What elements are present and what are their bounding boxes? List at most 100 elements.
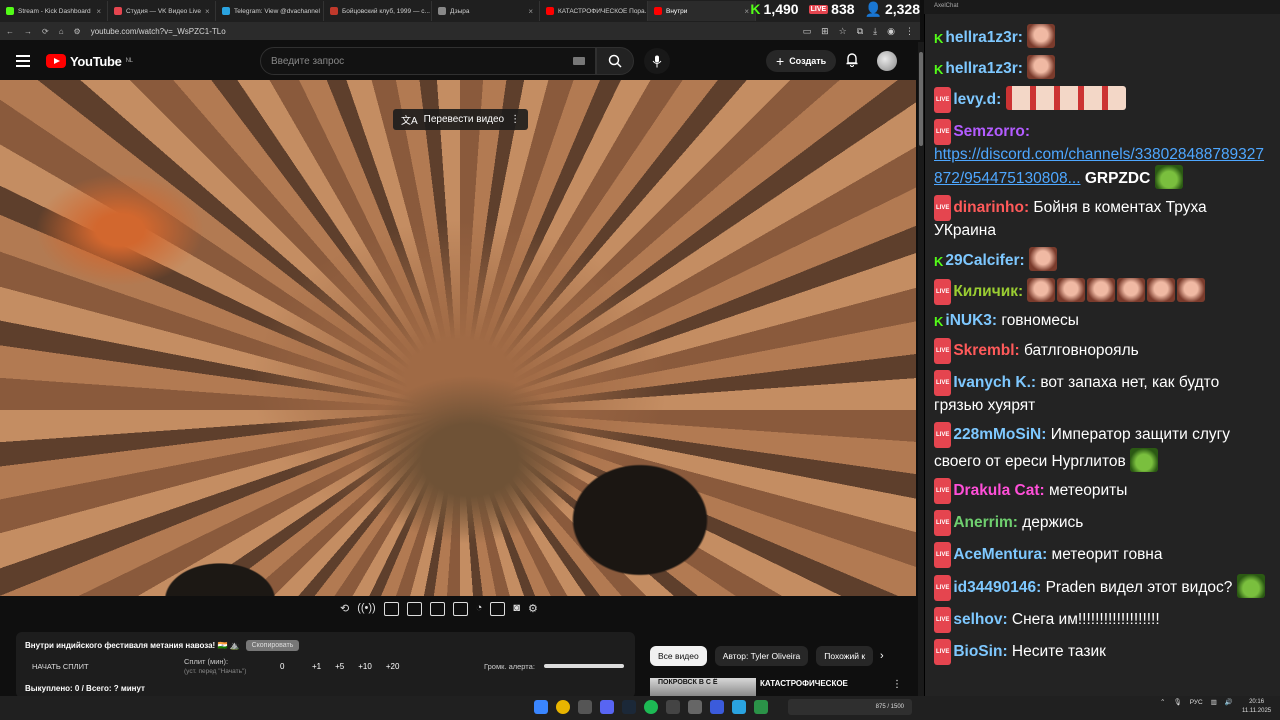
chat-nickname[interactable]: hellra1z3r <box>945 29 1017 46</box>
subtitles-icon[interactable] <box>452 602 468 616</box>
film-icon[interactable] <box>406 602 422 616</box>
picture-in-picture-icon[interactable] <box>429 602 445 616</box>
translate-icon[interactable]: ⊞ <box>821 26 829 37</box>
back-icon[interactable]: ← <box>6 27 14 36</box>
chrome-icon[interactable] <box>556 700 570 714</box>
split-minutes-value[interactable]: 0 <box>280 662 284 671</box>
create-button[interactable]: + Создать <box>766 50 837 72</box>
browser-menu-icon[interactable]: ⋮ <box>905 26 914 37</box>
telegram-icon[interactable] <box>732 700 746 714</box>
split-plus-1-button[interactable]: +1 <box>312 662 321 671</box>
browser-tab[interactable]: Дзырa × <box>432 1 540 21</box>
chat-nickname[interactable]: Semzorro <box>953 123 1025 140</box>
language-indicator[interactable]: РУС <box>1190 699 1203 706</box>
avatar[interactable] <box>877 51 897 71</box>
microphone-icon[interactable]: 🎙 <box>1173 698 1181 706</box>
chat-nickname[interactable]: Skrembl <box>953 342 1014 359</box>
extensions-icon[interactable]: ⧉ <box>857 26 863 37</box>
close-icon[interactable]: × <box>96 7 101 16</box>
broadcast-icon[interactable]: ((•)) <box>357 602 376 616</box>
vk-live-icon: LIVE <box>808 4 829 14</box>
chat-nickname[interactable]: BioSin <box>953 643 1002 660</box>
forward-icon[interactable]: → <box>24 27 32 36</box>
translate-video-button[interactable]: 文A Перевести видео ⋮ <box>393 109 529 130</box>
split-plus-20-button[interactable]: +20 <box>386 662 400 671</box>
app-icon[interactable] <box>688 700 702 714</box>
browser-tab[interactable]: Stream - Kick Dashboard × <box>0 1 108 21</box>
clock[interactable]: 20:16 11.11.2025 <box>1242 698 1271 716</box>
notifications-bell-icon[interactable] <box>845 52 859 70</box>
close-icon[interactable]: × <box>205 7 210 16</box>
chat-nickname[interactable]: hellra1z3r <box>945 60 1017 77</box>
voice-search-button[interactable] <box>644 48 670 74</box>
search-input[interactable]: Введите запрос <box>260 47 596 75</box>
chat-nickname[interactable]: id34490146 <box>953 579 1036 596</box>
app-icon[interactable] <box>754 700 768 714</box>
spotify-icon[interactable] <box>644 700 658 714</box>
chat-nickname[interactable]: Drakula Cat <box>953 482 1039 499</box>
speed-gauge-icon[interactable]: ◔ <box>476 602 483 616</box>
hamburger-menu-icon[interactable] <box>16 55 30 67</box>
profile-icon[interactable]: ◉ <box>887 26 895 37</box>
chat-nickname[interactable]: iNUK3 <box>945 312 992 329</box>
app-icon[interactable] <box>710 700 724 714</box>
volume-icon[interactable]: 🔊 <box>1225 698 1233 706</box>
split-plus-10-button[interactable]: +10 <box>358 662 372 671</box>
chevron-right-icon[interactable]: › <box>880 650 884 662</box>
chat-nickname[interactable]: 228mMoSiN <box>953 426 1041 443</box>
site-info-icon[interactable]: ⚙ <box>74 27 81 36</box>
chevron-up-icon[interactable]: ⌃ <box>1160 698 1165 706</box>
chat-nickname[interactable]: 29Calcifer <box>945 252 1019 269</box>
close-icon[interactable]: × <box>744 7 749 16</box>
download-icon[interactable]: ⤓ <box>873 26 877 37</box>
add-icon[interactable] <box>490 602 506 616</box>
recommendation-title[interactable]: КАТАСТРОФИЧЕСКОЕ <box>760 679 848 688</box>
donation-goal-widget[interactable]: 875 / 1500 <box>788 699 912 715</box>
chat-nickname[interactable]: Anerrim <box>953 514 1012 531</box>
reload-icon[interactable]: ⟳ <box>42 27 49 36</box>
chat-nickname[interactable]: dinarinho <box>953 199 1024 216</box>
network-icon[interactable]: ▥ <box>1211 698 1217 706</box>
loop-icon[interactable]: ⟲ <box>340 602 349 616</box>
windows-start-icon[interactable] <box>534 700 548 714</box>
cast-icon[interactable]: ▭ <box>803 26 812 37</box>
copy-button[interactable]: Скопировать <box>245 640 300 651</box>
camera-icon[interactable]: ◙ <box>513 602 520 616</box>
close-icon[interactable]: × <box>528 7 533 16</box>
chip-similar[interactable]: Похожий к <box>816 646 874 666</box>
start-split-button[interactable]: НАЧАТЬ СПЛИТ <box>32 662 89 671</box>
youtube-logo[interactable]: YouTube NL <box>46 54 133 69</box>
browser-tab[interactable]: Telegram: View @dvachannel× <box>216 1 324 21</box>
bookmark-star-icon[interactable]: ☆ <box>839 26 847 37</box>
settings-gear-icon[interactable]: ⚙ <box>528 602 538 616</box>
chat-nickname[interactable]: Ivanych K. <box>953 374 1031 391</box>
more-vert-icon[interactable]: ⋮ <box>892 679 902 690</box>
keyboard-icon[interactable] <box>573 57 585 65</box>
chat-message: Khellra1z3r: <box>934 24 1270 49</box>
screen-icon[interactable] <box>383 602 399 616</box>
chat-nickname[interactable]: selhov <box>953 611 1002 628</box>
alert-volume-slider[interactable] <box>544 664 624 668</box>
scrollbar-thumb[interactable] <box>919 52 923 146</box>
home-icon[interactable]: ⌂ <box>59 27 64 36</box>
split-plus-5-button[interactable]: +5 <box>335 662 344 671</box>
emote-icon <box>1027 24 1056 48</box>
chat-nickname[interactable]: AceMentura <box>953 546 1042 563</box>
obs-icon[interactable] <box>666 700 680 714</box>
steam-icon[interactable] <box>622 700 636 714</box>
discord-icon[interactable] <box>600 700 614 714</box>
folder-icon[interactable] <box>578 700 592 714</box>
chat-nickname[interactable]: levy.d <box>953 91 996 108</box>
chip-author[interactable]: Автор: Tyler Oliveira <box>714 646 809 666</box>
video-player[interactable] <box>0 80 916 596</box>
more-vert-icon[interactable]: ⋮ <box>510 114 520 125</box>
browser-tab[interactable]: Бойцовский клуб, 1999 — с...× <box>324 1 432 21</box>
url-field[interactable]: youtube.com/watch?v=_WsPZC1-TLo <box>91 27 226 36</box>
browser-tab[interactable]: Студия — VK Видео Live × <box>108 1 216 21</box>
chat-nickname[interactable]: Киличик <box>953 283 1018 300</box>
browser-tab[interactable]: КАТАСТРОФИЧЕСКОЕ Пора...× <box>540 1 648 21</box>
chip-all-videos[interactable]: Все видео <box>650 646 707 666</box>
recommendation-thumbnail[interactable]: ПОКРОВСК В С Ё <box>650 678 756 696</box>
browser-tab[interactable]: Внутри × <box>648 1 756 21</box>
search-button[interactable] <box>596 47 634 75</box>
